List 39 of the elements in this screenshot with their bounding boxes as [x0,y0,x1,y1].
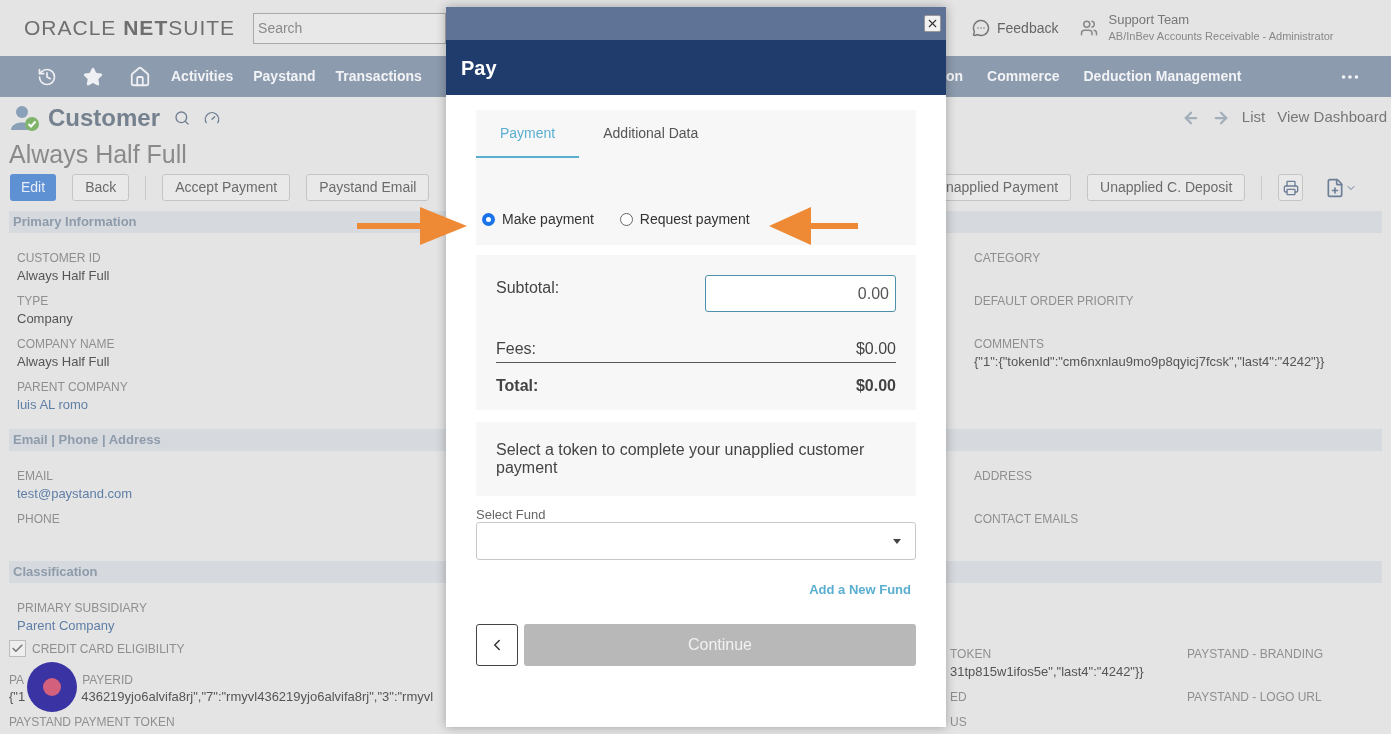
logo: ORACLE NETSUITE [24,15,236,42]
field-label: PAYSTAND - LOGO URL [1187,689,1322,706]
field-value: Always Half Full [17,353,110,371]
field-value: {"1":{"tokenId":"cm6nxnlau9mo9p8qyicj7fcsk","last4":"4242"}} [974,353,1325,371]
field-label: PAYSTAND - BRANDING [1187,646,1323,663]
field-value: Always Half Full [17,267,110,285]
field-value: Company [17,310,73,328]
field-value: 31tp815w1ifos5e","last4":"4242"}} [950,663,1144,681]
field-label: CONTACT EMAILS [974,511,1079,528]
field-label: DEFAULT ORDER PRIORITY [974,293,1134,310]
field-label: ADDRESS [974,468,1032,485]
field-value: {"1 [9,688,26,707]
total-label: Total: [496,376,539,396]
token-message: Select a token to complete your unapplied customer payment [496,441,866,477]
field-label: PAYERID [82,671,134,689]
field-label: CATEGORY [974,250,1041,267]
field-label: TYPE [17,293,49,310]
field-label: PARENT COMPANY [17,379,128,396]
record-type: Customer [48,102,161,133]
field-label: PAYSTAND PAYMENT TOKEN [9,714,175,731]
dialog-title: Pay [461,55,497,81]
field-label: ED [950,689,967,706]
field-label: CREDIT CARD ELIGIBILITY [32,641,185,658]
field-label: TOKEN [950,646,992,663]
fund-label: Select Fund [476,507,546,522]
field-label: CUSTOMER ID [17,250,101,267]
fees-value: $0.00 [855,339,896,359]
record-name: Always Half Full [9,138,187,170]
fees-label: Fees: [496,339,536,359]
field-label: PRIMARY SUBSIDIARY [17,600,148,617]
field-label: EMAIL [17,468,53,485]
field-label: PHONE [17,511,60,528]
field-value: 436219yjo6alvifa8rj","7":"rmyvl436219yjo6alvifa8rj","3":"rmyvl [81,688,434,707]
field-label: COMMENTS [974,336,1044,353]
subtotal-label: Subtotal: [496,278,560,298]
field-label: US [950,714,967,731]
field-label: PA [9,671,25,689]
field-label: COMPANY NAME [17,336,115,353]
total-value: $0.00 [855,376,896,396]
